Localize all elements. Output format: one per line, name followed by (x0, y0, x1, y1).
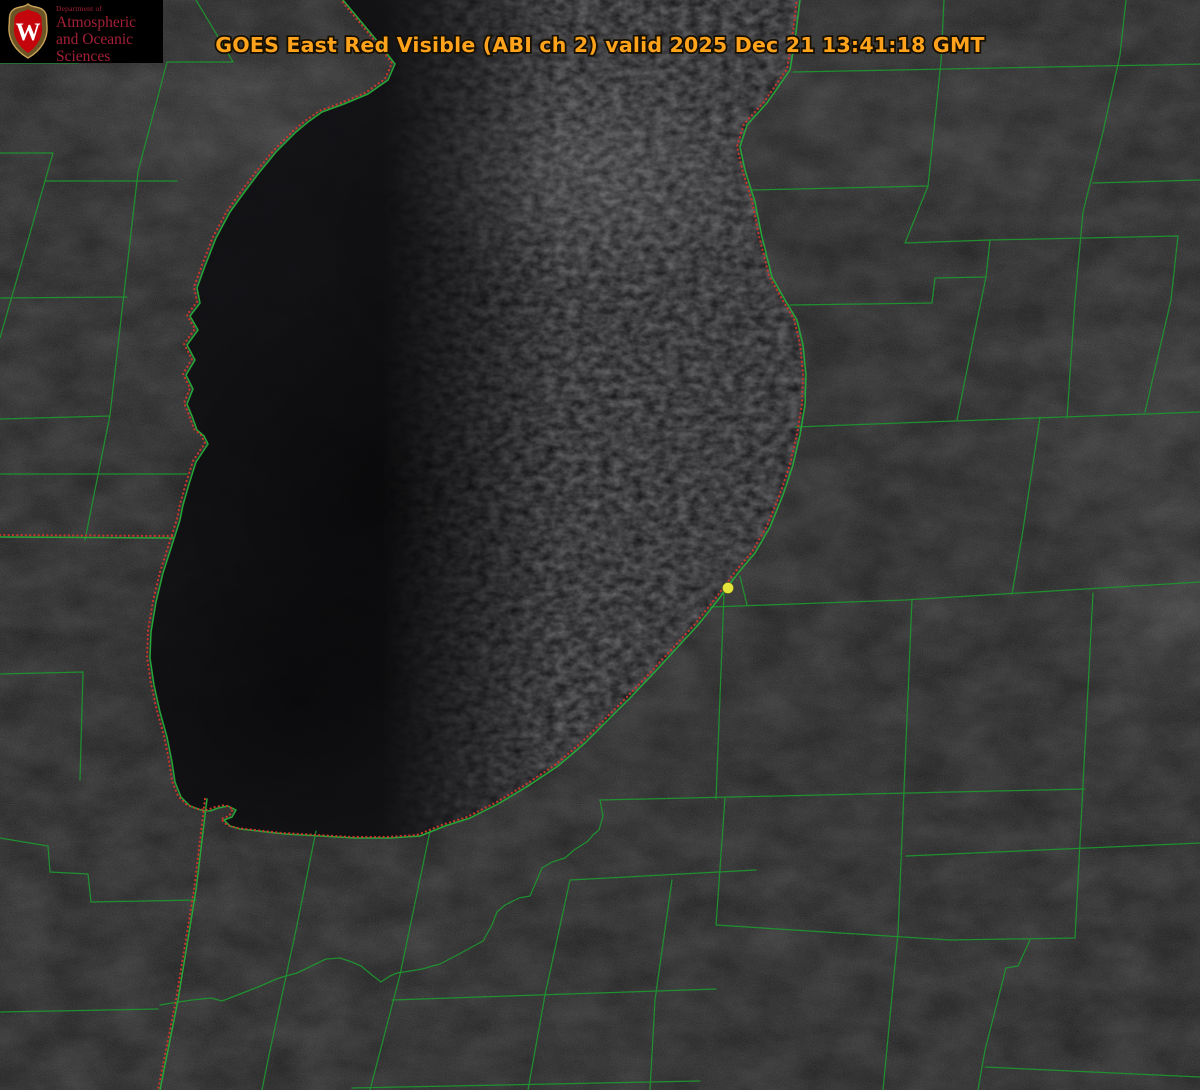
page-title: GOES East Red Visible (ABI ch 2) valid 2… (215, 33, 984, 57)
logo-department-line: Department of (56, 4, 163, 13)
uw-aos-logo[interactable]: W Department of Atmospheric and Oceanic … (0, 0, 163, 63)
logo-name-line1: Atmospheric (56, 14, 163, 31)
location-marker-dot[interactable] (723, 583, 734, 594)
crest-letter: W (16, 19, 41, 46)
uw-crest-icon: W (5, 3, 51, 60)
lake-cloud-streets-texture (330, 0, 850, 850)
logo-name-line2: and Oceanic Sciences (56, 31, 163, 65)
satellite-map-canvas: GOES East Red Visible (ABI ch 2) valid 2… (0, 0, 1200, 1090)
satellite-map-page: GOES East Red Visible (ABI ch 2) valid 2… (0, 0, 1200, 1090)
